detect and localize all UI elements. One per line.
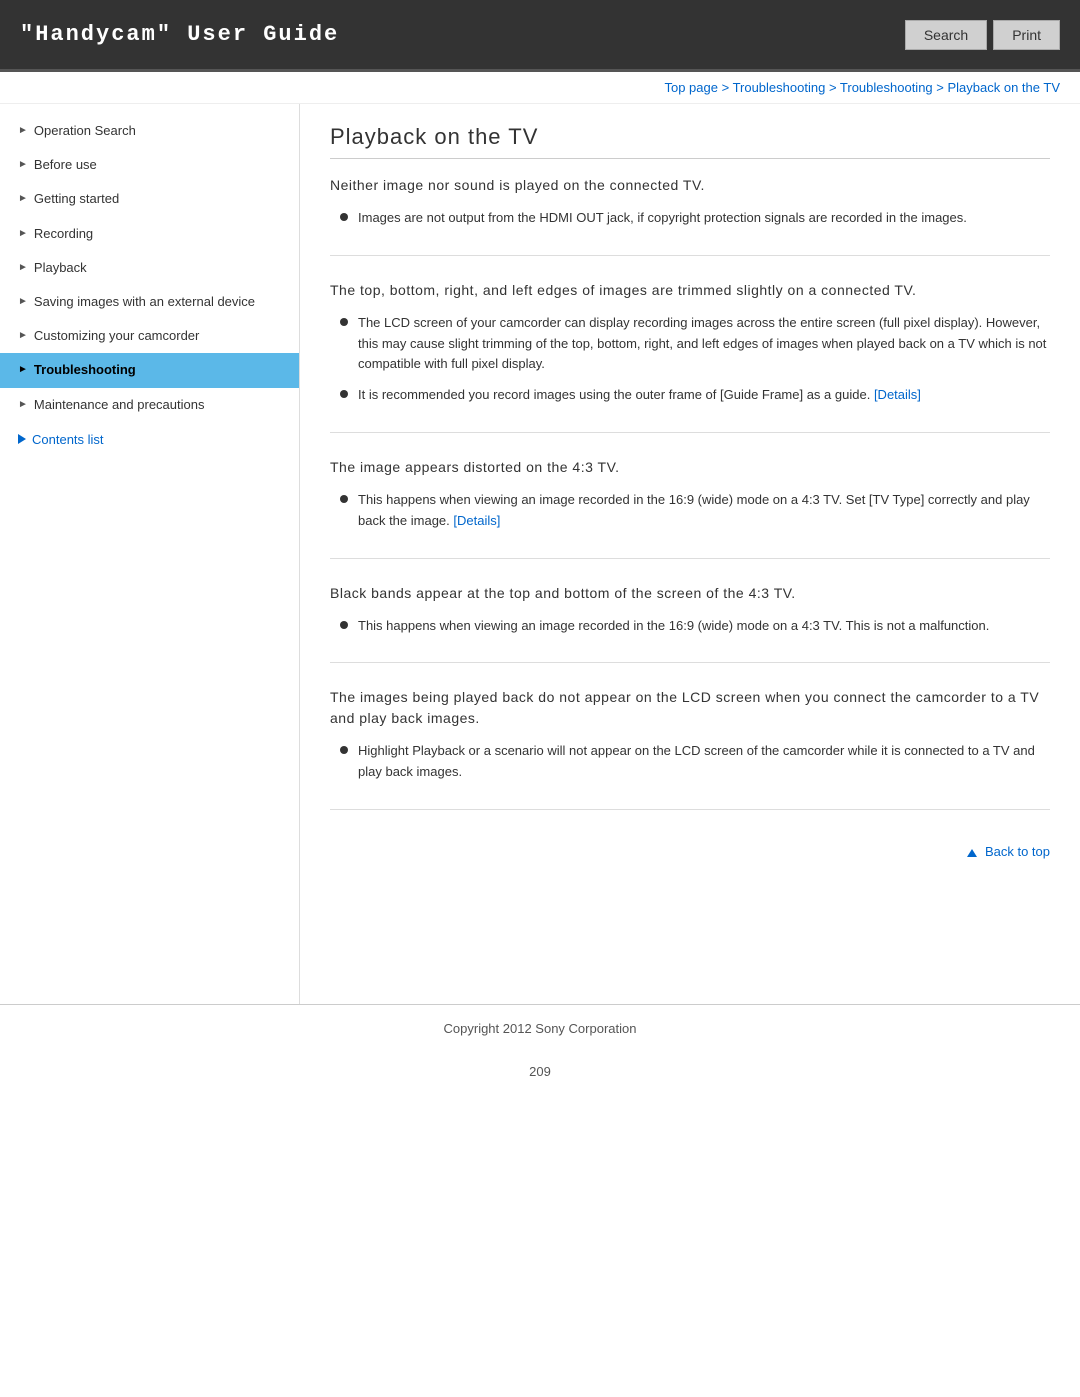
sidebar-item-saving-images[interactable]: ► Saving images with an external device (0, 285, 299, 319)
bullet-4-1: This happens when viewing an image recor… (330, 616, 1050, 637)
section-4: Black bands appear at the top and bottom… (330, 583, 1050, 664)
section-2: The top, bottom, right, and left edges o… (330, 280, 1050, 433)
content-area: Playback on the TV Neither image nor sou… (300, 104, 1080, 899)
page-number: 209 (0, 1052, 1080, 1091)
header: "Handycam" User Guide Search Print (0, 0, 1080, 72)
site-title: "Handycam" User Guide (20, 22, 339, 47)
sidebar-label-saving-images: Saving images with an external device (34, 293, 255, 311)
bullet-dot (340, 213, 348, 221)
bullet-dot (340, 621, 348, 629)
sidebar-item-maintenance[interactable]: ► Maintenance and precautions (0, 388, 299, 422)
section-1-heading: Neither image nor sound is played on the… (330, 175, 1050, 196)
sidebar-label-getting-started: Getting started (34, 190, 119, 208)
arrow-icon: ► (18, 398, 28, 412)
section-3: The image appears distorted on the 4:3 T… (330, 457, 1050, 559)
arrow-icon: ► (18, 295, 28, 309)
sidebar-label-recording: Recording (34, 225, 93, 243)
bullet-4-1-text: This happens when viewing an image recor… (358, 616, 989, 637)
breadcrumb-playback-tv[interactable]: Playback on the TV (948, 80, 1061, 95)
sidebar-item-before-use[interactable]: ► Before use (0, 148, 299, 182)
search-button[interactable]: Search (905, 20, 987, 50)
bullet-dot (340, 746, 348, 754)
section-2-heading: The top, bottom, right, and left edges o… (330, 280, 1050, 301)
section-5-heading: The images being played back do not appe… (330, 687, 1050, 729)
back-to-top-link[interactable]: Back to top (967, 844, 1050, 859)
details-link-2[interactable]: [Details] (874, 387, 921, 402)
bullet-3-1-text: This happens when viewing an image recor… (358, 490, 1050, 532)
sidebar-label-before-use: Before use (34, 156, 97, 174)
sidebar-label-maintenance: Maintenance and precautions (34, 396, 205, 414)
sidebar-label-troubleshooting: Troubleshooting (34, 361, 136, 379)
arrow-icon: ► (18, 227, 28, 241)
sidebar: ► Operation Search ► Before use ► Gettin… (0, 104, 300, 1004)
arrow-icon: ► (18, 363, 28, 377)
bullet-2-1-text: The LCD screen of your camcorder can dis… (358, 313, 1050, 375)
back-to-top: Back to top (330, 834, 1050, 869)
bullet-3-1: This happens when viewing an image recor… (330, 490, 1050, 532)
sidebar-label-customizing: Customizing your camcorder (34, 327, 199, 345)
back-to-top-arrow-icon (967, 849, 977, 857)
contents-list-label: Contents list (32, 432, 104, 447)
details-link-3[interactable]: [Details] (453, 513, 500, 528)
bullet-5-1-text: Highlight Playback or a scenario will no… (358, 741, 1050, 783)
arrow-icon: ► (18, 158, 28, 172)
section-3-heading: The image appears distorted on the 4:3 T… (330, 457, 1050, 478)
bullet-2-2-text: It is recommended you record images usin… (358, 385, 921, 406)
sidebar-item-troubleshooting[interactable]: ► Troubleshooting (0, 353, 299, 387)
breadcrumb-top[interactable]: Top page (664, 80, 718, 95)
breadcrumb-troubleshooting1[interactable]: Troubleshooting (733, 80, 826, 95)
back-to-top-label: Back to top (985, 844, 1050, 859)
bullet-5-1: Highlight Playback or a scenario will no… (330, 741, 1050, 783)
section-1: Neither image nor sound is played on the… (330, 175, 1050, 256)
section-5: The images being played back do not appe… (330, 687, 1050, 810)
arrow-icon: ► (18, 261, 28, 275)
bullet-dot (340, 318, 348, 326)
main-layout: ► Operation Search ► Before use ► Gettin… (0, 104, 1080, 1004)
arrow-icon: ► (18, 329, 28, 343)
print-button[interactable]: Print (993, 20, 1060, 50)
bullet-1-1-text: Images are not output from the HDMI OUT … (358, 208, 967, 229)
header-buttons: Search Print (905, 20, 1060, 50)
footer: Copyright 2012 Sony Corporation (0, 1004, 1080, 1052)
sidebar-item-operation-search[interactable]: ► Operation Search (0, 114, 299, 148)
section-4-heading: Black bands appear at the top and bottom… (330, 583, 1050, 604)
breadcrumb-troubleshooting2[interactable]: Troubleshooting (840, 80, 933, 95)
sidebar-item-customizing[interactable]: ► Customizing your camcorder (0, 319, 299, 353)
sidebar-item-recording[interactable]: ► Recording (0, 217, 299, 251)
arrow-right-icon (18, 434, 26, 444)
bullet-dot (340, 495, 348, 503)
page-title: Playback on the TV (330, 124, 1050, 159)
copyright-text: Copyright 2012 Sony Corporation (444, 1021, 637, 1036)
sidebar-label-operation-search: Operation Search (34, 122, 136, 140)
sidebar-label-playback: Playback (34, 259, 87, 277)
bullet-2-1: The LCD screen of your camcorder can dis… (330, 313, 1050, 375)
sidebar-item-getting-started[interactable]: ► Getting started (0, 182, 299, 216)
breadcrumb: Top page > Troubleshooting > Troubleshoo… (0, 72, 1080, 104)
arrow-icon: ► (18, 192, 28, 206)
arrow-icon: ► (18, 124, 28, 138)
bullet-1-1: Images are not output from the HDMI OUT … (330, 208, 1050, 229)
bullet-dot (340, 390, 348, 398)
sidebar-item-playback[interactable]: ► Playback (0, 251, 299, 285)
bullet-2-2: It is recommended you record images usin… (330, 385, 1050, 406)
contents-list-link[interactable]: Contents list (0, 422, 299, 457)
